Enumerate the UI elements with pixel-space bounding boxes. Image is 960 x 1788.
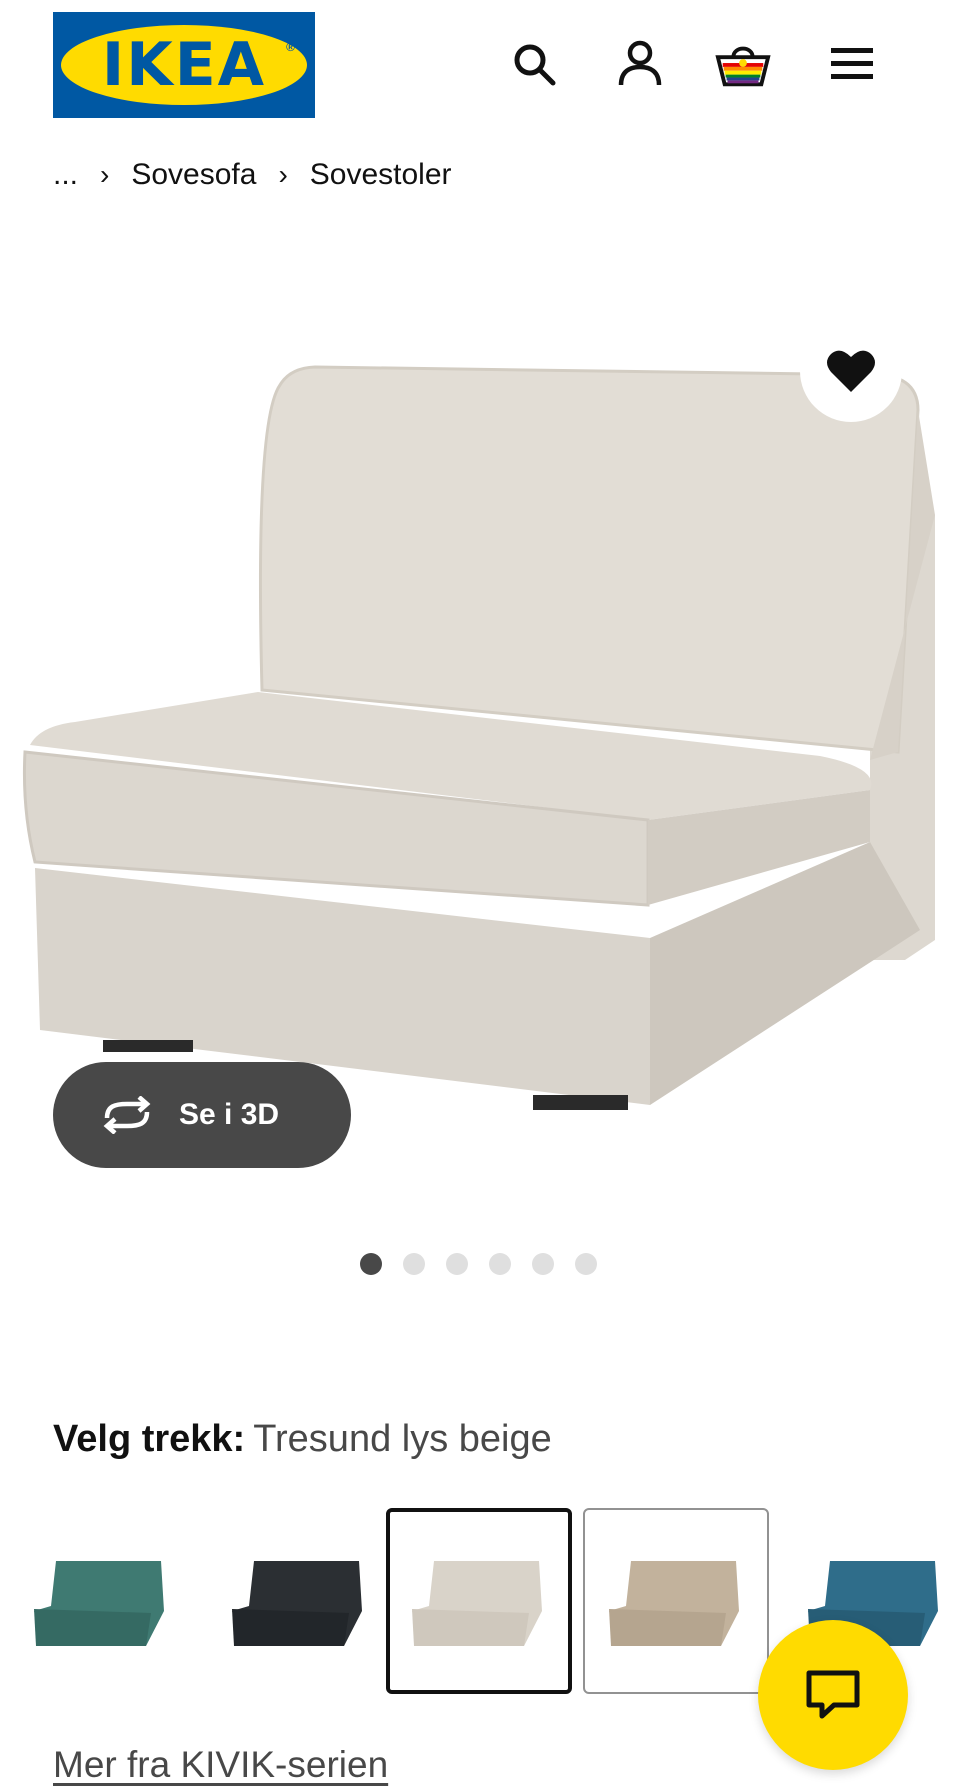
- breadcrumb-item-sovesofa[interactable]: Sovesofa: [131, 158, 256, 192]
- breadcrumb-item-sovestoler[interactable]: Sovestoler: [310, 158, 452, 192]
- chat-icon: [806, 1670, 860, 1719]
- view-in-3d-button[interactable]: Se i 3D: [53, 1062, 351, 1168]
- swatch-chair-dark: [232, 1561, 362, 1646]
- swatch-chair-light-beige: [412, 1561, 542, 1646]
- rotate-3d-icon: [103, 1096, 151, 1134]
- more-from-series-link[interactable]: Mer fra KIVIK-serien: [53, 1744, 388, 1786]
- carousel-dot-2[interactable]: [403, 1253, 425, 1275]
- view-in-3d-label: Se i 3D: [179, 1098, 280, 1131]
- heart-icon: [827, 350, 875, 392]
- carousel-dot-6[interactable]: [575, 1253, 597, 1275]
- registered-mark: ®: [286, 40, 295, 54]
- chat-button[interactable]: [758, 1620, 908, 1770]
- carousel-dot-3[interactable]: [446, 1253, 468, 1275]
- chevron-right-icon: ›: [278, 159, 288, 190]
- basket-icon[interactable]: [715, 36, 771, 92]
- carousel-dot-5[interactable]: [532, 1253, 554, 1275]
- top-header: IKEA ®: [0, 0, 960, 130]
- carousel-dot-1[interactable]: [360, 1253, 382, 1275]
- breadcrumb: ... › Sovesofa › Sovestoler: [53, 152, 452, 192]
- swatch-teal[interactable]: [8, 1508, 194, 1694]
- logo-wordmark: IKEA: [61, 25, 307, 105]
- swatch-chair-teal: [34, 1561, 164, 1646]
- carousel-dot-4[interactable]: [489, 1253, 511, 1275]
- chevron-right-icon: ›: [100, 159, 110, 190]
- cover-label: Velg trekk:: [53, 1418, 246, 1460]
- search-icon[interactable]: [506, 36, 562, 92]
- breadcrumb-ellipsis[interactable]: ...: [53, 158, 78, 192]
- swatch-beige[interactable]: [583, 1508, 769, 1694]
- image-carousel-dots: [360, 1253, 597, 1275]
- ikea-logo[interactable]: IKEA ®: [53, 12, 315, 118]
- account-icon[interactable]: [612, 36, 668, 92]
- swatch-chair-beige: [609, 1561, 739, 1646]
- menu-icon[interactable]: [824, 36, 880, 92]
- cover-value: Tresund lys beige: [253, 1418, 552, 1460]
- favorite-button[interactable]: [800, 320, 902, 422]
- swatch-dark-grey[interactable]: [206, 1508, 392, 1694]
- cover-selection: Velg trekk: Tresund lys beige: [53, 1418, 552, 1461]
- swatch-light-beige[interactable]: [386, 1508, 572, 1694]
